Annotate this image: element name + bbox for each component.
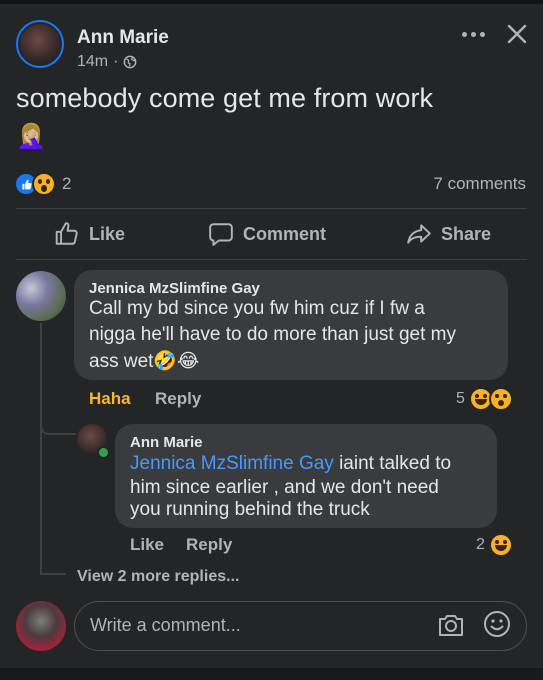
reply-like-button[interactable]: Like bbox=[130, 535, 164, 555]
reply-text-line: Jennica MzSlimfine Gay iaint talked to bbox=[130, 451, 451, 477]
share-label: Share bbox=[441, 223, 492, 244]
reply-text-line: you running behind the truck bbox=[130, 499, 370, 520]
share-icon bbox=[407, 224, 431, 244]
mention-link[interactable]: Jennica MzSlimfine Gay bbox=[130, 453, 334, 474]
author-avatar[interactable] bbox=[16, 20, 64, 68]
bottom-bar bbox=[0, 668, 543, 680]
comment-label: Comment bbox=[243, 223, 327, 244]
commenter-avatar[interactable] bbox=[16, 271, 66, 321]
facepalm-emoji: 🤦🏼‍♀️ bbox=[16, 123, 46, 150]
view-more-replies[interactable]: View 2 more replies... bbox=[77, 568, 239, 586]
post-meta: 14m · bbox=[77, 53, 137, 71]
comment-author[interactable]: Jennica MzSlimfine Gay bbox=[89, 280, 260, 297]
reply-text-rest: iaint talked to bbox=[333, 453, 452, 474]
online-indicator bbox=[97, 446, 110, 459]
more-options-icon[interactable] bbox=[460, 24, 486, 44]
like-button[interactable]: Like bbox=[54, 221, 125, 247]
post-time[interactable]: 14m bbox=[77, 53, 108, 71]
close-icon[interactable] bbox=[505, 22, 529, 46]
reply-reactions[interactable]: 2 bbox=[476, 533, 513, 557]
comments-count[interactable]: 7 comments bbox=[433, 174, 526, 194]
reply-author[interactable]: Ann Marie bbox=[130, 434, 203, 451]
comment-reaction-count: 5 bbox=[456, 390, 465, 407]
haha-button[interactable]: Haha bbox=[89, 389, 131, 409]
divider bbox=[16, 208, 527, 209]
share-button[interactable]: Share bbox=[406, 221, 491, 247]
reply-reaction-count: 2 bbox=[476, 536, 485, 553]
comment-text-line: nigga he'll have to do more than just ge… bbox=[89, 324, 456, 345]
reply-reply-button[interactable]: Reply bbox=[186, 535, 232, 555]
post-text: somebody come get me from work bbox=[16, 83, 434, 113]
comment-text-line: ass wet🤣😂 bbox=[89, 351, 200, 372]
reply-connector bbox=[40, 411, 76, 435]
reply-button[interactable]: Reply bbox=[155, 389, 201, 409]
meta-separator: · bbox=[113, 53, 119, 70]
haha-emoji-icon bbox=[488, 533, 513, 557]
thread-line bbox=[40, 323, 42, 575]
comment-reactions[interactable]: 5 bbox=[456, 387, 513, 411]
comment-placeholder[interactable]: Write a comment... bbox=[90, 615, 241, 636]
current-user-avatar[interactable] bbox=[16, 601, 66, 651]
comment-button[interactable]: Comment bbox=[208, 221, 326, 247]
wow-emoji-icon bbox=[488, 387, 513, 411]
divider bbox=[16, 259, 527, 260]
thread-line-corner bbox=[40, 573, 66, 575]
globe-icon bbox=[124, 55, 137, 69]
author-name[interactable]: Ann Marie bbox=[77, 27, 169, 49]
wow-icon bbox=[32, 172, 56, 196]
camera-icon[interactable] bbox=[436, 610, 466, 640]
comment-icon bbox=[209, 223, 233, 246]
emoji-icon[interactable] bbox=[482, 609, 512, 639]
comment-text-line: Call my bd since you fw him cuz if I fw … bbox=[89, 298, 425, 319]
thumbs-up-icon bbox=[55, 222, 78, 245]
like-label: Like bbox=[89, 223, 126, 244]
reaction-count: 2 bbox=[62, 174, 72, 193]
reaction-summary[interactable]: 2 bbox=[14, 172, 71, 196]
